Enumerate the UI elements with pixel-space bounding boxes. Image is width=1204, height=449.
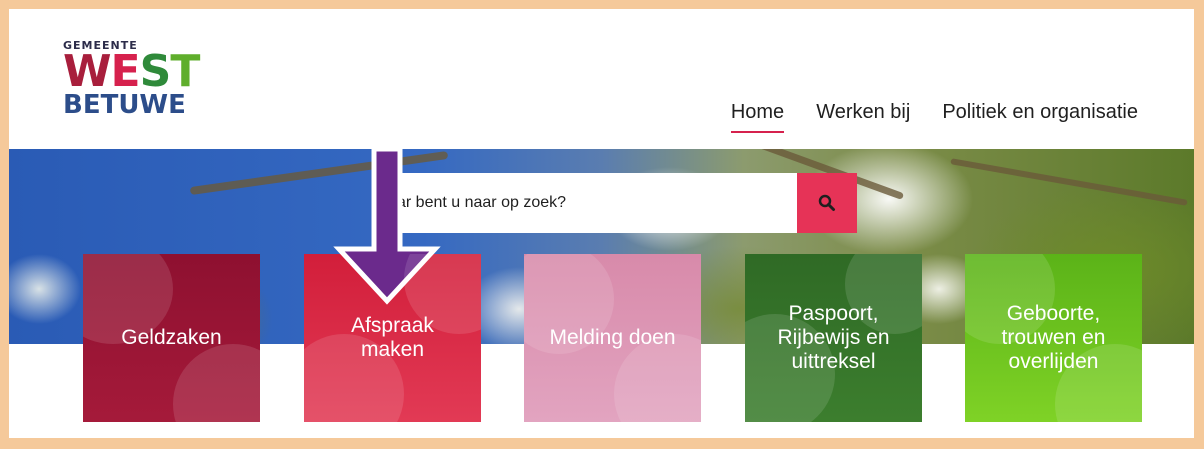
search-input[interactable] [397, 173, 797, 233]
tile-label: Geldzaken [121, 326, 222, 349]
hero-branch [950, 158, 1188, 206]
search-bar [397, 173, 857, 233]
tile-geboorte-trouwen-overlijden[interactable]: Geboorte, trouwen en overlijden [965, 254, 1142, 422]
tile-paspoort-rijbewijs-uittreksel[interactable]: Paspoort, Rijbewijs en uittreksel [745, 254, 922, 422]
search-icon [818, 194, 835, 211]
tile-geldzaken[interactable]: Geldzaken [83, 254, 260, 422]
main-navigation: Home Werken bij Politiek en organisatie [715, 99, 1154, 139]
tile-label: Melding doen [549, 326, 676, 349]
tile-label: Geboorte, trouwen en overlijden [1001, 302, 1106, 373]
logo-letter-t: T [170, 46, 200, 97]
logo-letter-w: W [63, 46, 112, 97]
page-frame: GEMEENTE W E S T BETUWE Home Werken bij … [9, 9, 1194, 438]
logo-west-text: W E S T [63, 46, 203, 97]
search-button[interactable] [797, 173, 857, 233]
nav-item-politiek-en-organisatie[interactable]: Politiek en organisatie [926, 99, 1154, 139]
nav-item-werken-bij[interactable]: Werken bij [800, 99, 926, 139]
tile-melding-doen[interactable]: Melding doen [524, 254, 701, 422]
nav-item-home[interactable]: Home [715, 99, 800, 139]
logo-letter-e: E [110, 46, 141, 97]
tile-label: Afspraak maken [351, 314, 434, 361]
logo-betuwe-text: BETUWE [63, 90, 186, 120]
site-logo[interactable]: GEMEENTE W E S T BETUWE [63, 39, 203, 134]
logo-letter-s: S [139, 46, 172, 97]
tile-label: Paspoort, Rijbewijs en uittreksel [777, 302, 890, 373]
tile-leaf-pattern [173, 344, 260, 422]
